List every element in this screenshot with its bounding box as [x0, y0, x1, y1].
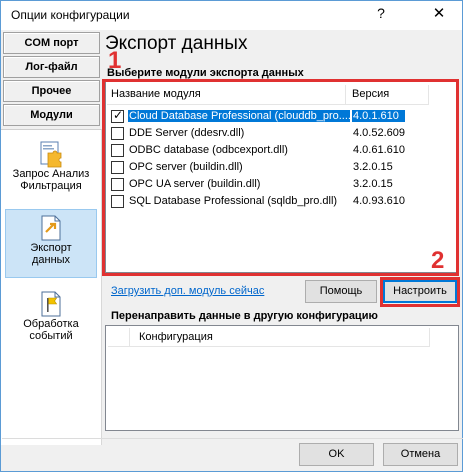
module-name: DDE Server (ddesrv.dll)	[129, 127, 245, 139]
module-row[interactable]: OPC server (buildin.dll) 3.2.0.15	[109, 159, 429, 176]
nav-item-label-line1: Обработка	[23, 318, 79, 330]
column-separator[interactable]	[345, 85, 346, 105]
checkbox-icon[interactable]	[111, 127, 124, 140]
checkbox-icon[interactable]	[111, 108, 124, 123]
checkbox-icon[interactable]	[111, 161, 124, 174]
module-name: Cloud Database Professional (clouddb_pro…	[128, 110, 350, 122]
modules-list-header: Название модуля Версия	[107, 85, 429, 105]
nav-item-query-filter[interactable]: Запрос Анализ Фильтрация	[5, 140, 97, 206]
module-version: 3.2.0.15	[353, 178, 393, 190]
left-navigation: COM порт Лог-файл Прочее Модули Запрос А…	[1, 30, 102, 445]
nav-item-label-line1: Экспорт	[30, 242, 72, 254]
close-icon[interactable]: ✕	[425, 4, 453, 26]
column-module-name[interactable]: Название модуля	[111, 88, 201, 100]
column-configuration[interactable]: Конфигурация	[139, 331, 213, 343]
module-row[interactable]: OPC UA server (buildin.dll) 3.2.0.15	[109, 176, 429, 193]
column-separator[interactable]	[429, 328, 430, 347]
modules-nav-panel: Запрос Анализ Фильтрация Экспорт данных	[1, 129, 102, 445]
window-title: Опции конфигурации	[11, 8, 130, 22]
setup-button[interactable]: Настроить	[383, 280, 457, 303]
module-row[interactable]: SQL Database Professional (sqldb_pro.dll…	[109, 193, 429, 210]
nav-item-label-line2: событий	[29, 330, 73, 342]
module-version: 4.0.93.610	[353, 195, 405, 207]
module-version: 4.0.1.610	[352, 110, 405, 122]
redirect-list-header: Конфигурация	[108, 328, 430, 347]
help-button[interactable]: Помощь	[305, 280, 377, 303]
module-version: 4.0.52.609	[353, 127, 405, 139]
checkbox-icon[interactable]	[111, 178, 124, 191]
nav-item-label-line2: данных	[31, 254, 71, 266]
nav-modules-button[interactable]: Модули	[3, 104, 100, 126]
redirect-section-label: Перенаправить данные в другую конфигурац…	[111, 310, 378, 322]
export-doc-icon	[38, 214, 64, 242]
filter-puzzle-icon	[38, 140, 64, 168]
help-icon[interactable]: ?	[367, 5, 395, 25]
nav-item-label-line1: Запрос Анализ	[12, 168, 90, 180]
column-separator[interactable]	[129, 328, 130, 347]
event-flag-icon	[38, 290, 64, 318]
load-module-link[interactable]: Загрузить доп. модуль сейчас	[111, 285, 264, 297]
footer-divider	[2, 438, 463, 439]
ok-button[interactable]: OK	[299, 443, 374, 466]
nav-log-file-button[interactable]: Лог-файл	[3, 56, 100, 78]
column-version[interactable]: Версия	[352, 88, 389, 100]
annotation-marker-2: 2	[431, 247, 445, 274]
title-bar: Опции конфигурации ? ✕	[1, 1, 462, 30]
modules-section-label: Выберите модули экспорта данных	[107, 67, 304, 79]
module-name: ODBC database (odbcexport.dll)	[129, 144, 288, 156]
nav-item-label-line2: Фильтрация	[20, 180, 82, 192]
column-separator[interactable]	[428, 85, 429, 105]
config-options-window: Опции конфигурации ? ✕ COM порт Лог-файл…	[0, 0, 463, 472]
annotation-marker-1: 1	[108, 47, 122, 74]
module-row[interactable]: ODBC database (odbcexport.dll) 4.0.61.61…	[109, 142, 429, 159]
page-title: Экспорт данных	[105, 33, 248, 54]
nav-item-data-export[interactable]: Экспорт данных	[5, 209, 97, 278]
nav-other-button[interactable]: Прочее	[3, 80, 100, 102]
cancel-button[interactable]: Отмена	[383, 443, 458, 466]
module-row[interactable]: Cloud Database Professional (clouddb_pro…	[109, 108, 429, 125]
module-version: 4.0.61.610	[353, 144, 405, 156]
nav-item-event-processing[interactable]: Обработка событий	[5, 290, 97, 356]
checkbox-icon[interactable]	[111, 195, 124, 208]
checkbox-icon[interactable]	[111, 144, 124, 157]
module-version: 3.2.0.15	[353, 161, 393, 173]
module-row[interactable]: DDE Server (ddesrv.dll) 4.0.52.609	[109, 125, 429, 142]
nav-com-port-button[interactable]: COM порт	[3, 32, 100, 54]
module-name: OPC server (buildin.dll)	[129, 161, 243, 173]
module-name: SQL Database Professional (sqldb_pro.dll…	[129, 195, 338, 207]
module-name: OPC UA server (buildin.dll)	[129, 178, 261, 190]
